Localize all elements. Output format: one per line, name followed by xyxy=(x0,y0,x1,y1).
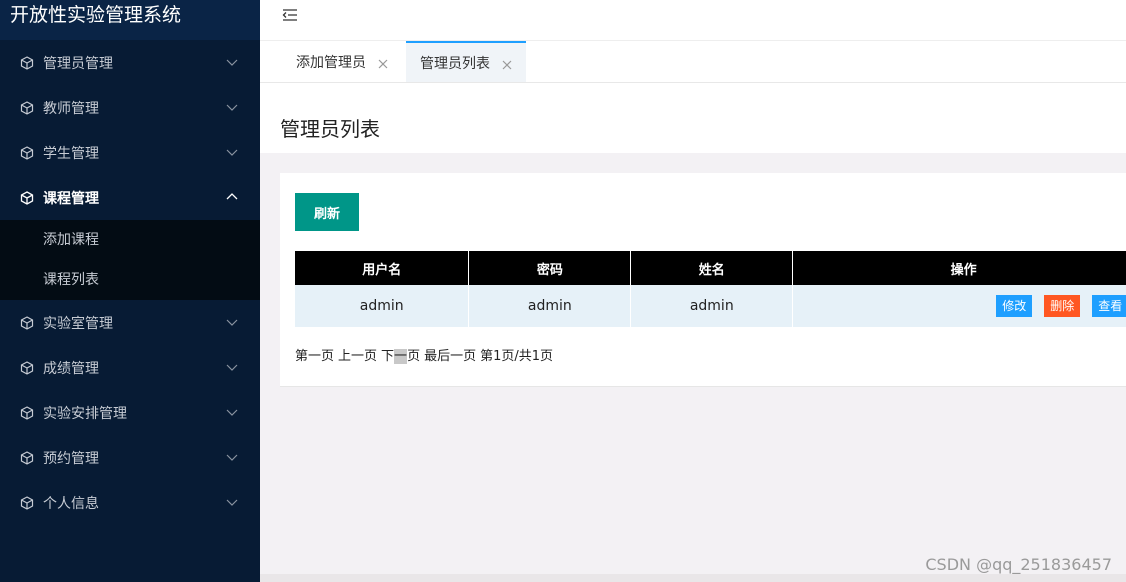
column-header-username: 用户名 xyxy=(295,251,470,285)
next-page-text: 下 xyxy=(381,349,395,364)
page-title: 管理员列表 xyxy=(280,117,380,141)
table-row: admin admin admin 修改 删除 查看 xyxy=(295,285,1126,327)
next-page-link[interactable]: 下一页 xyxy=(381,349,420,364)
sidebar-item-label: 个人信息 xyxy=(43,495,99,512)
tab-admin-list[interactable]: 管理员列表 xyxy=(406,41,526,82)
column-header-name: 姓名 xyxy=(630,251,794,285)
view-button[interactable]: 查看 xyxy=(1092,295,1126,317)
watermark: CSDN @qq_251836457 xyxy=(925,555,1112,574)
close-icon[interactable] xyxy=(502,58,512,69)
refresh-button[interactable]: 刷新 xyxy=(295,193,359,231)
cell-actions: 修改 删除 查看 xyxy=(792,285,1126,327)
sidebar-item-label: 成绩管理 xyxy=(43,360,99,377)
table-header-row: 用户名 密码 姓名 操作 xyxy=(295,251,1126,285)
sidebar-item-label: 预约管理 xyxy=(43,450,99,467)
cube-icon xyxy=(20,360,34,375)
topbar xyxy=(260,0,1126,41)
last-page-link[interactable]: 最后一页 xyxy=(424,349,476,364)
close-icon[interactable] xyxy=(378,57,388,68)
first-page-link[interactable]: 第一页 xyxy=(295,349,334,364)
sidebar-item-label: 课程管理 xyxy=(43,190,99,207)
submenu-item-course-list[interactable]: 课程列表 xyxy=(0,260,260,300)
content-card: 刷新 用户名 密码 姓名 操作 admin admin admin 修改 删除 xyxy=(280,173,1126,387)
sidebar-item-teacher[interactable]: 教师管理 xyxy=(0,85,260,130)
sidebar-item-label: 教师管理 xyxy=(43,100,99,117)
chevron-down-icon xyxy=(226,406,238,418)
menu-collapse-icon[interactable] xyxy=(282,8,298,22)
cube-icon xyxy=(20,405,34,420)
tab-label: 管理员列表 xyxy=(420,55,490,72)
sidebar: 开放性实验管理系统 管理员管理 教师管理 学生管理 课程管理 添加课程 课程列表… xyxy=(0,0,260,582)
chevron-down-icon xyxy=(226,316,238,328)
chevron-down-icon xyxy=(226,496,238,508)
next-page-text-highlight: 一 xyxy=(394,349,408,364)
sidebar-item-booking[interactable]: 预约管理 xyxy=(0,435,260,480)
sidebar-item-label: 实验安排管理 xyxy=(43,405,127,422)
tab-bar: 添加管理员 管理员列表 xyxy=(260,41,1126,83)
cube-icon xyxy=(20,315,34,330)
cube-icon xyxy=(20,450,34,465)
cell-password: admin xyxy=(468,285,632,327)
chevron-up-icon xyxy=(226,191,238,203)
tab-label: 添加管理员 xyxy=(296,54,366,71)
cube-icon xyxy=(20,55,34,70)
column-header-actions: 操作 xyxy=(792,251,1126,285)
chevron-down-icon xyxy=(226,451,238,463)
next-page-text: 页 xyxy=(407,349,421,364)
sidebar-item-label: 实验室管理 xyxy=(43,315,113,332)
chevron-down-icon xyxy=(226,361,238,373)
delete-button[interactable]: 删除 xyxy=(1044,295,1081,317)
horizontal-scrollbar[interactable] xyxy=(260,574,1126,582)
pagination: 第一页 上一页 下一页 最后一页 第1页/共1页 xyxy=(295,345,557,364)
cube-icon xyxy=(20,145,34,160)
sidebar-item-schedule[interactable]: 实验安排管理 xyxy=(0,390,260,435)
page-info: 第1页/共1页 xyxy=(480,349,554,364)
sidebar-item-course[interactable]: 课程管理 xyxy=(0,175,260,220)
cube-icon xyxy=(20,190,34,205)
chevron-down-icon xyxy=(226,56,238,68)
admin-table: 用户名 密码 姓名 操作 admin admin admin 修改 删除 查看 xyxy=(295,251,1126,327)
sidebar-item-student[interactable]: 学生管理 xyxy=(0,130,260,175)
main-content: 添加管理员 管理员列表 管理员列表 刷新 用户名 密码 姓名 操作 admin xyxy=(260,0,1126,582)
edit-button[interactable]: 修改 xyxy=(996,295,1033,317)
cell-username: admin xyxy=(295,285,470,327)
submenu-course: 添加课程 课程列表 xyxy=(0,220,260,300)
sidebar-item-grades[interactable]: 成绩管理 xyxy=(0,345,260,390)
chevron-down-icon xyxy=(226,101,238,113)
sidebar-item-admin[interactable]: 管理员管理 xyxy=(0,40,260,85)
tab-add-admin[interactable]: 添加管理员 xyxy=(282,41,402,82)
app-title: 开放性实验管理系统 xyxy=(0,0,260,40)
chevron-down-icon xyxy=(226,146,238,158)
page-header: 管理员列表 xyxy=(260,83,1126,153)
sidebar-item-label: 学生管理 xyxy=(43,145,99,162)
cell-name: admin xyxy=(630,285,794,327)
prev-page-link[interactable]: 上一页 xyxy=(338,349,377,364)
sidebar-item-profile[interactable]: 个人信息 xyxy=(0,480,260,525)
submenu-item-add-course[interactable]: 添加课程 xyxy=(0,220,260,260)
cube-icon xyxy=(20,495,34,510)
sidebar-item-label: 管理员管理 xyxy=(43,55,113,72)
cube-icon xyxy=(20,100,34,115)
sidebar-item-lab[interactable]: 实验室管理 xyxy=(0,300,260,345)
column-header-password: 密码 xyxy=(468,251,632,285)
